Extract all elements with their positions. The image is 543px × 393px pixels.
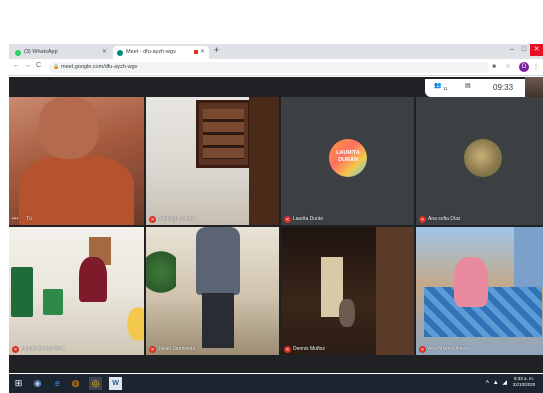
internet-explorer-icon[interactable]: e xyxy=(51,377,64,390)
mic-muted-icon: ✕ xyxy=(149,216,156,223)
screen: (3) WhatsApp ✕ Meet - dfu-ayzh-wgv ✕ + –… xyxy=(0,0,543,393)
video-feed xyxy=(454,257,488,307)
video-feed xyxy=(11,267,33,317)
mic-muted-icon: ✕ xyxy=(284,346,291,353)
recording-icon xyxy=(194,50,198,54)
word-icon[interactable]: W xyxy=(109,377,122,390)
participant-name: Ana sofia Díaz xyxy=(428,216,461,222)
video-feed xyxy=(127,307,144,341)
lock-icon: 🔒 xyxy=(53,64,60,70)
new-tab-button[interactable]: + xyxy=(214,45,219,55)
close-tab-icon[interactable]: ✕ xyxy=(102,46,107,59)
tab-label: Meet - dfu-ayzh-wgv xyxy=(126,49,176,55)
video-feed xyxy=(196,100,251,168)
participant-tile[interactable]: ✕ Santiago Lozano xyxy=(146,97,279,225)
mic-muted-icon: ✕ xyxy=(12,346,19,353)
people-icon[interactable]: 👥 xyxy=(434,82,441,89)
search-icon[interactable]: ◉ xyxy=(31,377,44,390)
video-feed xyxy=(376,227,414,355)
mic-muted-icon: ✕ xyxy=(149,346,156,353)
participant-name: Tú xyxy=(26,216,32,222)
video-feed xyxy=(39,97,99,159)
participant-count: 11 xyxy=(443,86,448,91)
video-feed xyxy=(249,97,279,225)
participant-tile[interactable]: LAURITA DURÁN ✕ Laurita Durán xyxy=(281,97,414,225)
participant-name: Julian Sarmiento xyxy=(158,346,196,352)
reload-button[interactable]: C xyxy=(36,62,41,69)
participant-tile[interactable]: ✕ Dennis Muñoz xyxy=(281,227,414,355)
windows-taskbar: ⊞ ◉ e ◍ ◎ W ˄ ▲ ◢ 9:33 a. m. 22/10/2020 xyxy=(9,374,543,393)
participant-tile[interactable]: ✕ Juanita Bernal Ruiz xyxy=(9,227,144,355)
meet-bottom-bar xyxy=(9,357,543,373)
video-feed xyxy=(146,247,176,297)
taskbar-clock[interactable]: 9:33 a. m. 22/10/2020 xyxy=(509,376,539,388)
participant-tile[interactable]: ✕ Julian Sarmiento xyxy=(146,227,279,355)
video-feed xyxy=(202,293,234,348)
minimize-button[interactable]: – xyxy=(507,44,517,56)
participant-name: Juanita Bernal Ruiz xyxy=(21,346,65,352)
whatsapp-favicon-icon xyxy=(15,49,21,56)
browser-tab-strip: (3) WhatsApp ✕ Meet - dfu-ayzh-wgv ✕ + –… xyxy=(9,44,543,59)
address-bar[interactable]: 🔒 meet.google.com/dfu-ayzh-wgv xyxy=(49,62,489,73)
camera-icon[interactable]: ■ xyxy=(489,62,499,72)
video-feed xyxy=(196,227,240,295)
mic-muted-icon: ✕ xyxy=(419,346,426,353)
profile-avatar[interactable]: D xyxy=(519,62,529,72)
meet-favicon-icon xyxy=(117,49,123,56)
menu-icon[interactable]: ⋮ xyxy=(531,62,541,72)
close-tab-icon[interactable]: ✕ xyxy=(200,46,205,59)
mic-muted-icon: ✕ xyxy=(284,216,291,223)
tab-whatsapp[interactable]: (3) WhatsApp ✕ xyxy=(11,46,111,59)
mic-muted-icon: ✕ xyxy=(419,216,426,223)
windows-start-icon[interactable]: ⊞ xyxy=(12,377,25,390)
participant-tile[interactable]: ✕ Ana sofia Díaz xyxy=(416,97,543,225)
participant-name: Dennis Muñoz xyxy=(293,346,325,352)
forward-button[interactable]: → xyxy=(24,62,31,69)
chrome-icon[interactable]: ◎ xyxy=(89,377,102,390)
video-feed xyxy=(514,227,543,287)
participant-tile[interactable]: ✕ Ana Milena Jones xyxy=(416,227,543,355)
more-options-icon[interactable]: ••• xyxy=(12,216,19,222)
browser-toolbar: ← → C 🔒 meet.google.com/dfu-ayzh-wgv ■ ☆… xyxy=(9,59,543,76)
back-button[interactable]: ← xyxy=(13,62,20,69)
meet-info-panel: 👥 11 ▤ 09:33 xyxy=(425,79,525,97)
star-icon[interactable]: ☆ xyxy=(503,62,513,72)
firefox-icon[interactable]: ◍ xyxy=(69,377,82,390)
video-feed xyxy=(43,289,63,315)
video-feed xyxy=(339,299,355,327)
self-view-thumbnail[interactable] xyxy=(525,77,543,99)
avatar-text: LAURITA DURÁN xyxy=(336,150,360,163)
url-text: meet.google.com/dfu-ayzh-wgv xyxy=(61,64,138,70)
chat-icon[interactable]: ▤ xyxy=(465,82,471,89)
tab-label: (3) WhatsApp xyxy=(24,49,58,55)
meet-window: 👥 11 ▤ 09:33 ••• Tú ✕ Santiago Lozano LA… xyxy=(9,77,543,373)
meeting-clock: 09:33 xyxy=(493,83,514,92)
participant-name: Laurita Durán xyxy=(293,216,324,222)
close-window-button[interactable]: ✕ xyxy=(530,44,543,56)
participant-name: Santiago Lozano xyxy=(158,216,196,222)
participant-avatar: LAURITA DURÁN xyxy=(329,139,367,177)
tab-meet[interactable]: Meet - dfu-ayzh-wgv ✕ xyxy=(113,46,209,59)
participant-tile[interactable]: ••• Tú xyxy=(9,97,144,225)
system-tray-icons[interactable]: ˄ ▲ ◢ xyxy=(486,379,508,386)
participant-avatar xyxy=(464,139,502,177)
video-feed xyxy=(79,257,107,302)
video-feed xyxy=(19,155,134,225)
participant-name: Ana Milena Jones xyxy=(428,346,468,352)
maximize-button[interactable]: □ xyxy=(519,44,529,56)
clock-date: 22/10/2020 xyxy=(512,382,536,387)
